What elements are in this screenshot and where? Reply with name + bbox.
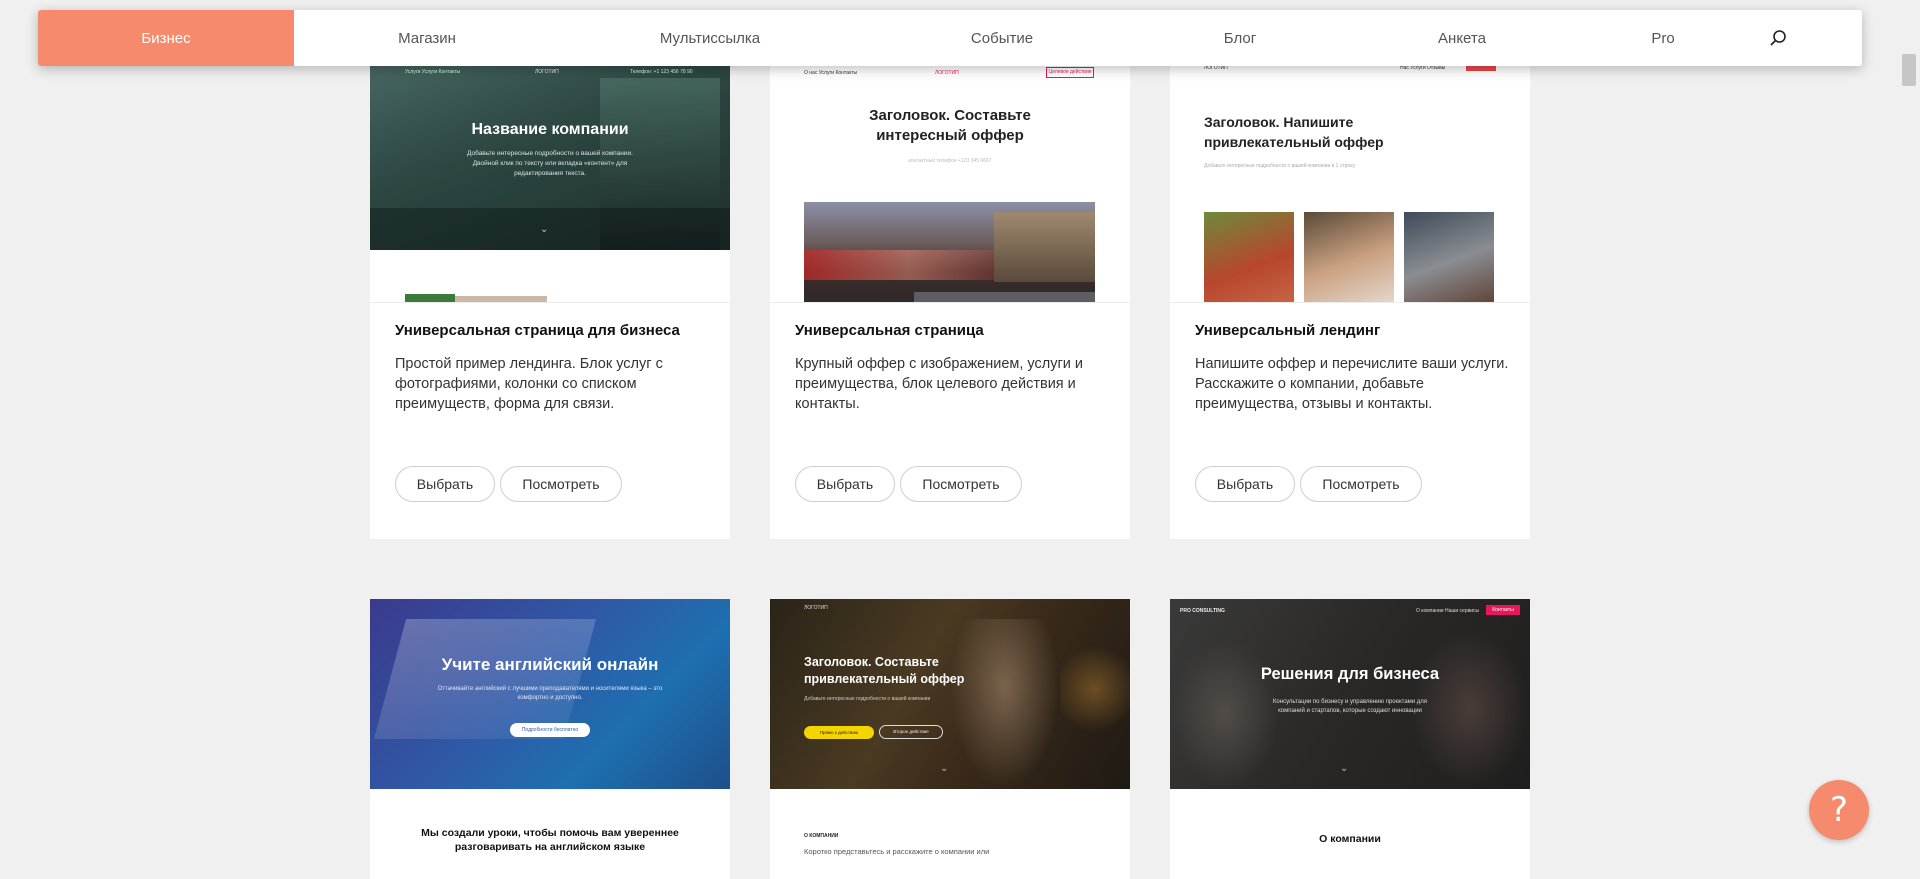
tab-event[interactable]: Событие <box>860 10 1144 66</box>
card-title: Универсальная страница <box>795 322 984 339</box>
chevron-down-icon: ⌄ <box>940 763 949 774</box>
street-photo <box>804 202 1095 302</box>
select-button[interactable]: Выбрать <box>395 466 495 502</box>
help-button[interactable]: ? <box>1809 780 1869 840</box>
tab-shop[interactable]: Магазин <box>294 10 560 66</box>
template-card: ЛОГОТИП Нас Услуги Отзывы Заголовок. Нап… <box>1170 48 1530 539</box>
chevron-down-icon: ⌄ <box>1340 763 1349 774</box>
template-preview[interactable]: PRO CONSULTING О компании Наши сервисы К… <box>1170 599 1530 879</box>
card-description: Напишите оффер и перечислите ваши услуги… <box>1195 356 1509 412</box>
template-preview[interactable]: О нас Услуги Контакты ЛОГОТИП Целевое де… <box>770 48 1130 302</box>
preview-logo: ЛОГОТИП <box>804 605 828 611</box>
scrollbar-thumb[interactable] <box>1902 54 1916 86</box>
preview-heading: Заголовок. Составьте интересный оффер <box>869 107 1031 144</box>
preview-logo: ЛОГОТИП <box>935 70 959 76</box>
preview-cta: Целевое действие <box>1046 67 1094 78</box>
template-preview[interactable]: Услуги Услуги Контакты ЛОГОТИП Телефон: … <box>370 48 730 302</box>
template-card: PRO CONSULTING О компании Наши сервисы К… <box>1170 599 1530 879</box>
select-button[interactable]: Выбрать <box>795 466 895 502</box>
template-card: Учите английский онлайн Оттачивайте англ… <box>370 599 730 879</box>
preview-text: Консультации по бизнесу и управлению про… <box>1272 699 1428 714</box>
preview-primary-button: Прямо к действию <box>804 726 874 739</box>
preview-logo: ЛОГОТИП <box>535 69 559 75</box>
template-preview[interactable]: ЛОГОТИП Нас Услуги Отзывы Заголовок. Нап… <box>1170 48 1530 302</box>
card-title: Универсальный лендинг <box>1195 322 1381 339</box>
preview-heading: Заголовок. Составьте привлекательный офф… <box>804 655 965 686</box>
tab-survey[interactable]: Анкета <box>1336 10 1588 66</box>
preview-phone: Телефон: +1 123 456 78 90 <box>630 69 693 75</box>
preview-text: Добавьте интересные подробности о вашей … <box>1204 163 1355 169</box>
preview-secondary-button: Второе действие <box>879 725 943 739</box>
preview-section-title: О компании <box>1319 833 1381 845</box>
template-preview[interactable]: Учите английский онлайн Оттачивайте англ… <box>370 599 730 879</box>
preview-heading: Решения для бизнеса <box>1260 665 1440 683</box>
preview-section-title: О КОМПАНИИ <box>804 833 839 839</box>
preview-heading: Учите английский онлайн <box>441 655 659 674</box>
top-navigation: Бизнес Магазин Мультиссылка Событие Блог… <box>38 10 1862 66</box>
preview-button: Подробности бесплатно <box>510 723 590 737</box>
preview-heading: Заголовок. Напишите привлекательный оффе… <box>1204 114 1384 150</box>
preview-photo <box>405 294 455 302</box>
preview-brand: PRO CONSULTING <box>1180 608 1225 614</box>
card-description: Крупный оффер с изображением, услуги и п… <box>795 356 1083 412</box>
tab-business[interactable]: Бизнес <box>38 10 294 66</box>
tab-pro[interactable]: Pro <box>1588 10 1738 66</box>
template-card: ЛОГОТИП Заголовок. Составьте привлекател… <box>770 599 1130 879</box>
preview-section-text: Коротко представьтесь и расскажите о ком… <box>804 847 990 856</box>
card-description: Простой пример лендинга. Блок услуг с фо… <box>395 356 663 412</box>
preview-text: Добавьте интересные подробности о вашей … <box>804 696 931 702</box>
preview-subheading: Мы создали уроки, чтобы помочь вам увере… <box>421 827 679 853</box>
preview-phone: контактный телефон +123 345 6667 <box>908 158 992 164</box>
preview-photo-3 <box>1404 212 1494 302</box>
card-title: Универсальная страница для бизнеса <box>395 322 680 339</box>
hero-image <box>1170 599 1530 789</box>
preview-menu: О компании Наши сервисы <box>1416 608 1480 614</box>
preview-text: Добавьте интересные подробности о вашей … <box>467 150 633 177</box>
template-card: О нас Услуги Контакты ЛОГОТИП Целевое де… <box>770 48 1130 539</box>
tab-blog[interactable]: Блог <box>1144 10 1336 66</box>
search-icon <box>1770 30 1786 46</box>
select-button[interactable]: Выбрать <box>1195 466 1295 502</box>
template-card: Услуги Услуги Контакты ЛОГОТИП Телефон: … <box>370 48 730 539</box>
view-button[interactable]: Посмотреть <box>1300 466 1422 502</box>
preview-photo-1 <box>1204 212 1294 302</box>
tab-multilink[interactable]: Мультиссылка <box>560 10 860 66</box>
preview-heading: Название компании <box>471 121 629 138</box>
view-button[interactable]: Посмотреть <box>500 466 622 502</box>
preview-cta: Контакты <box>1486 605 1520 615</box>
chevron-down-icon: ⌄ <box>540 224 549 235</box>
view-button[interactable]: Посмотреть <box>900 466 1022 502</box>
preview-menu: Услуги Услуги Контакты <box>405 69 461 75</box>
template-preview[interactable]: ЛОГОТИП Заголовок. Составьте привлекател… <box>770 599 1130 879</box>
search-button[interactable] <box>1738 10 1818 66</box>
preview-photo-2 <box>1304 212 1394 302</box>
hero-image <box>770 599 1130 789</box>
preview-text: Оттачивайте английский с лучшими препода… <box>437 686 663 701</box>
preview-menu: О нас Услуги Контакты <box>804 70 858 76</box>
